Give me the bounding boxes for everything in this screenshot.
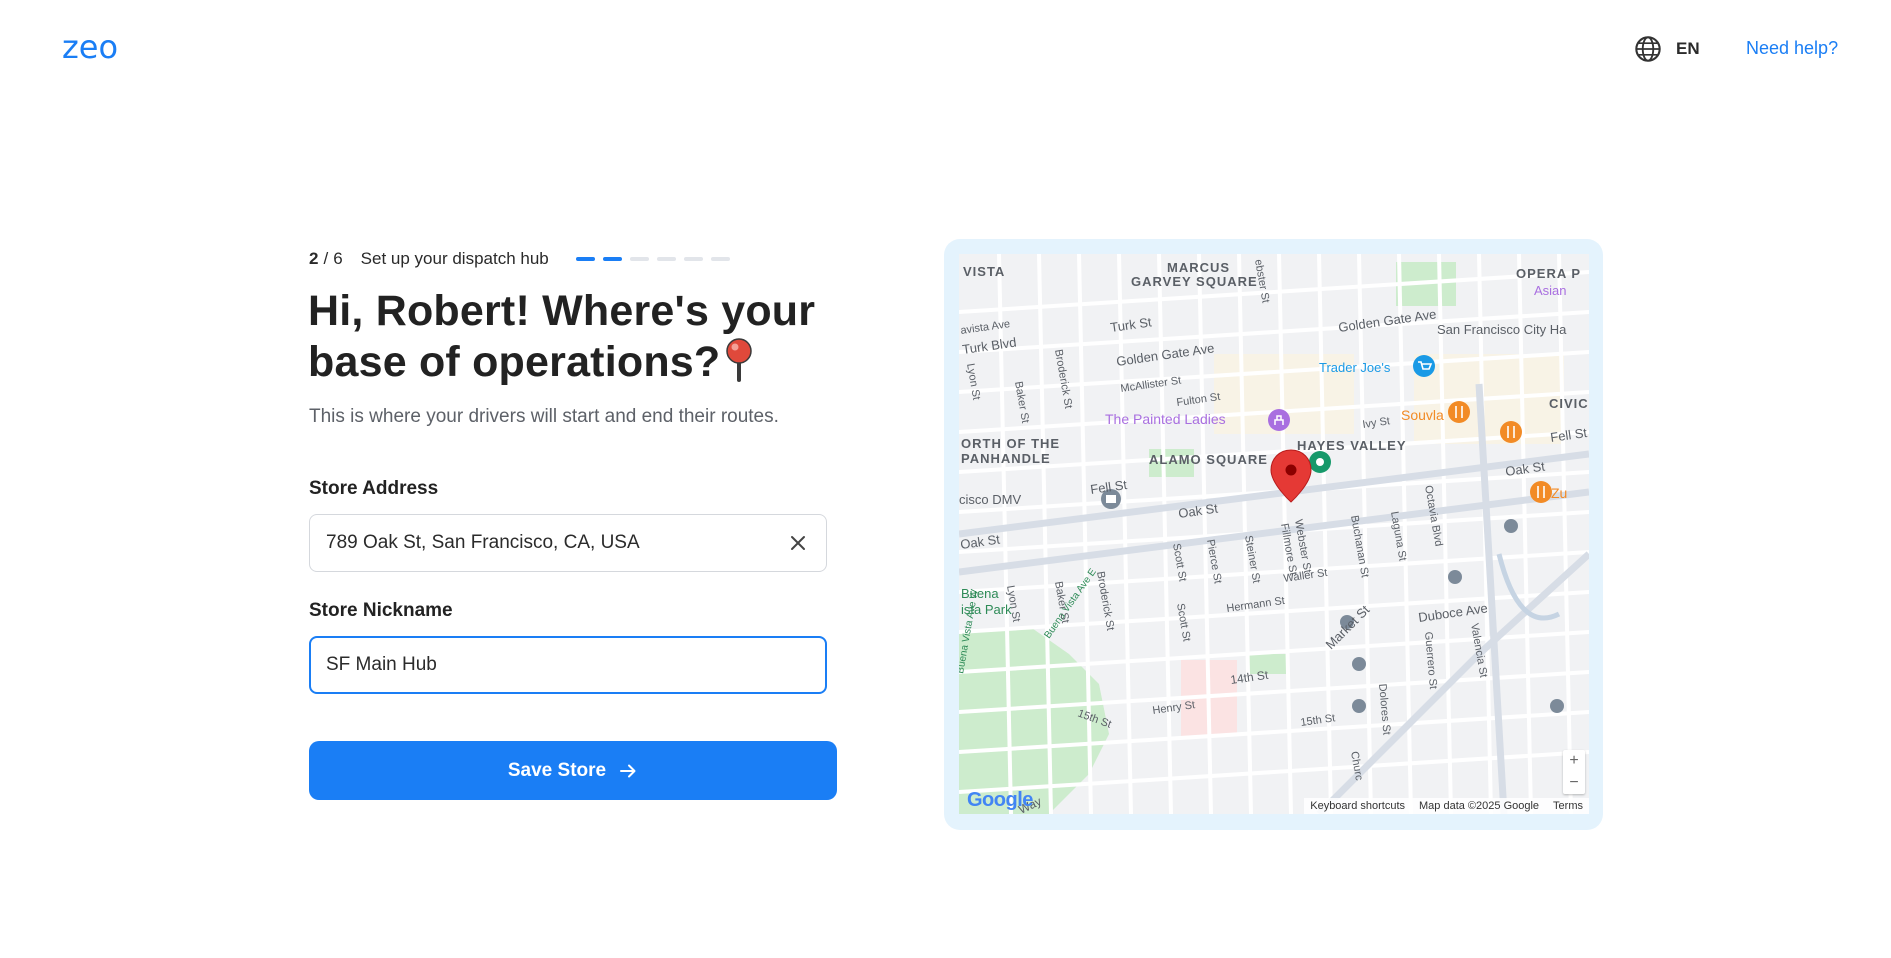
map-attribution: Keyboard shortcuts Map data ©2025 Google…: [1304, 798, 1589, 814]
map-label: MARCUS: [1167, 260, 1230, 275]
store-nickname-input[interactable]: [326, 654, 810, 676]
terms-link[interactable]: Terms: [1553, 800, 1583, 812]
progress-dash: [710, 257, 730, 261]
progress-indicator: 2 / 6 Set up your dispatch hub: [309, 249, 730, 269]
progress-dash: [602, 257, 622, 261]
map-label: OPERA P: [1516, 266, 1581, 281]
total-steps: 6: [333, 249, 343, 268]
round-pushpin-icon: [726, 338, 753, 382]
map-label: Souvla: [1401, 407, 1444, 423]
map-label: Zu: [1551, 485, 1567, 501]
google-logo-text: Google: [967, 789, 1033, 811]
map-label: ALAMO SQUARE: [1149, 452, 1268, 467]
arrow-right-icon: [620, 764, 636, 777]
current-step: 2: [309, 249, 319, 268]
zoom-in-button[interactable]: +: [1569, 752, 1578, 770]
store-nickname-field: [309, 636, 827, 694]
souvla-marker[interactable]: [1448, 401, 1470, 423]
restaurant-marker[interactable]: [1500, 421, 1522, 443]
google-logo: Google: [967, 789, 1033, 812]
progress-dash: [656, 257, 676, 261]
page-subtitle: This is where your drivers will start an…: [309, 406, 779, 427]
map-label: VISTA: [963, 264, 1005, 279]
map-data-credit: Map data ©2025 Google: [1419, 800, 1540, 812]
page-title: Hi, Robert! Where's your base of operati…: [308, 286, 868, 388]
map-label: ORTH OF THE: [961, 436, 1060, 451]
zu-marker[interactable]: [1530, 481, 1552, 503]
close-icon[interactable]: [786, 531, 810, 555]
store-nickname-label: Store Nickname: [309, 600, 453, 621]
store-address-label: Store Address: [309, 478, 439, 499]
save-store-button[interactable]: Save Store: [309, 741, 837, 800]
map-canvas[interactable]: VISTA MARCUS GARVEY SQUARE OPERA P Asian…: [959, 254, 1589, 814]
step-separator: /: [323, 249, 329, 268]
save-store-label: Save Store: [507, 759, 607, 781]
map-label: cisco DMV: [959, 492, 1021, 507]
map-label: San Francisco City Ha: [1437, 322, 1567, 337]
need-help-link[interactable]: Need help?: [1746, 38, 1838, 59]
progress-dashes: [575, 257, 730, 261]
step-title: Set up your dispatch hub: [360, 249, 549, 268]
zeo-logo[interactable]: zeo: [62, 28, 134, 66]
svg-text:zeo: zeo: [62, 32, 118, 66]
store-address-field: [309, 514, 827, 572]
park-marker[interactable]: [1309, 451, 1331, 473]
map-zoom-control: + −: [1563, 750, 1585, 794]
map-label: Asian: [1534, 283, 1567, 298]
language-code: EN: [1676, 39, 1700, 58]
store-address-input[interactable]: [326, 532, 786, 554]
language-selector[interactable]: EN: [1634, 35, 1700, 63]
map-label: PANHANDLE: [961, 451, 1051, 466]
painted-ladies-marker[interactable]: [1268, 409, 1290, 431]
keyboard-shortcuts-link[interactable]: Keyboard shortcuts: [1310, 800, 1405, 812]
map-view[interactable]: VISTA MARCUS GARVEY SQUARE OPERA P Asian…: [959, 254, 1589, 814]
map-label: Trader Joe's: [1319, 360, 1391, 375]
map-label: HAYES VALLEY: [1297, 438, 1407, 453]
trader-joes-marker[interactable]: [1413, 355, 1435, 377]
zoom-out-button[interactable]: −: [1569, 774, 1578, 792]
zeo-logo-mark: zeo: [62, 28, 118, 66]
globe-icon: [1635, 36, 1661, 62]
map-label: The Painted Ladies: [1105, 411, 1226, 427]
progress-dash: [575, 257, 595, 261]
progress-dash: [629, 257, 649, 261]
map-label: CIVIC: [1549, 396, 1589, 411]
progress-dash: [683, 257, 703, 261]
map-label: GARVEY SQUARE: [1131, 274, 1258, 289]
